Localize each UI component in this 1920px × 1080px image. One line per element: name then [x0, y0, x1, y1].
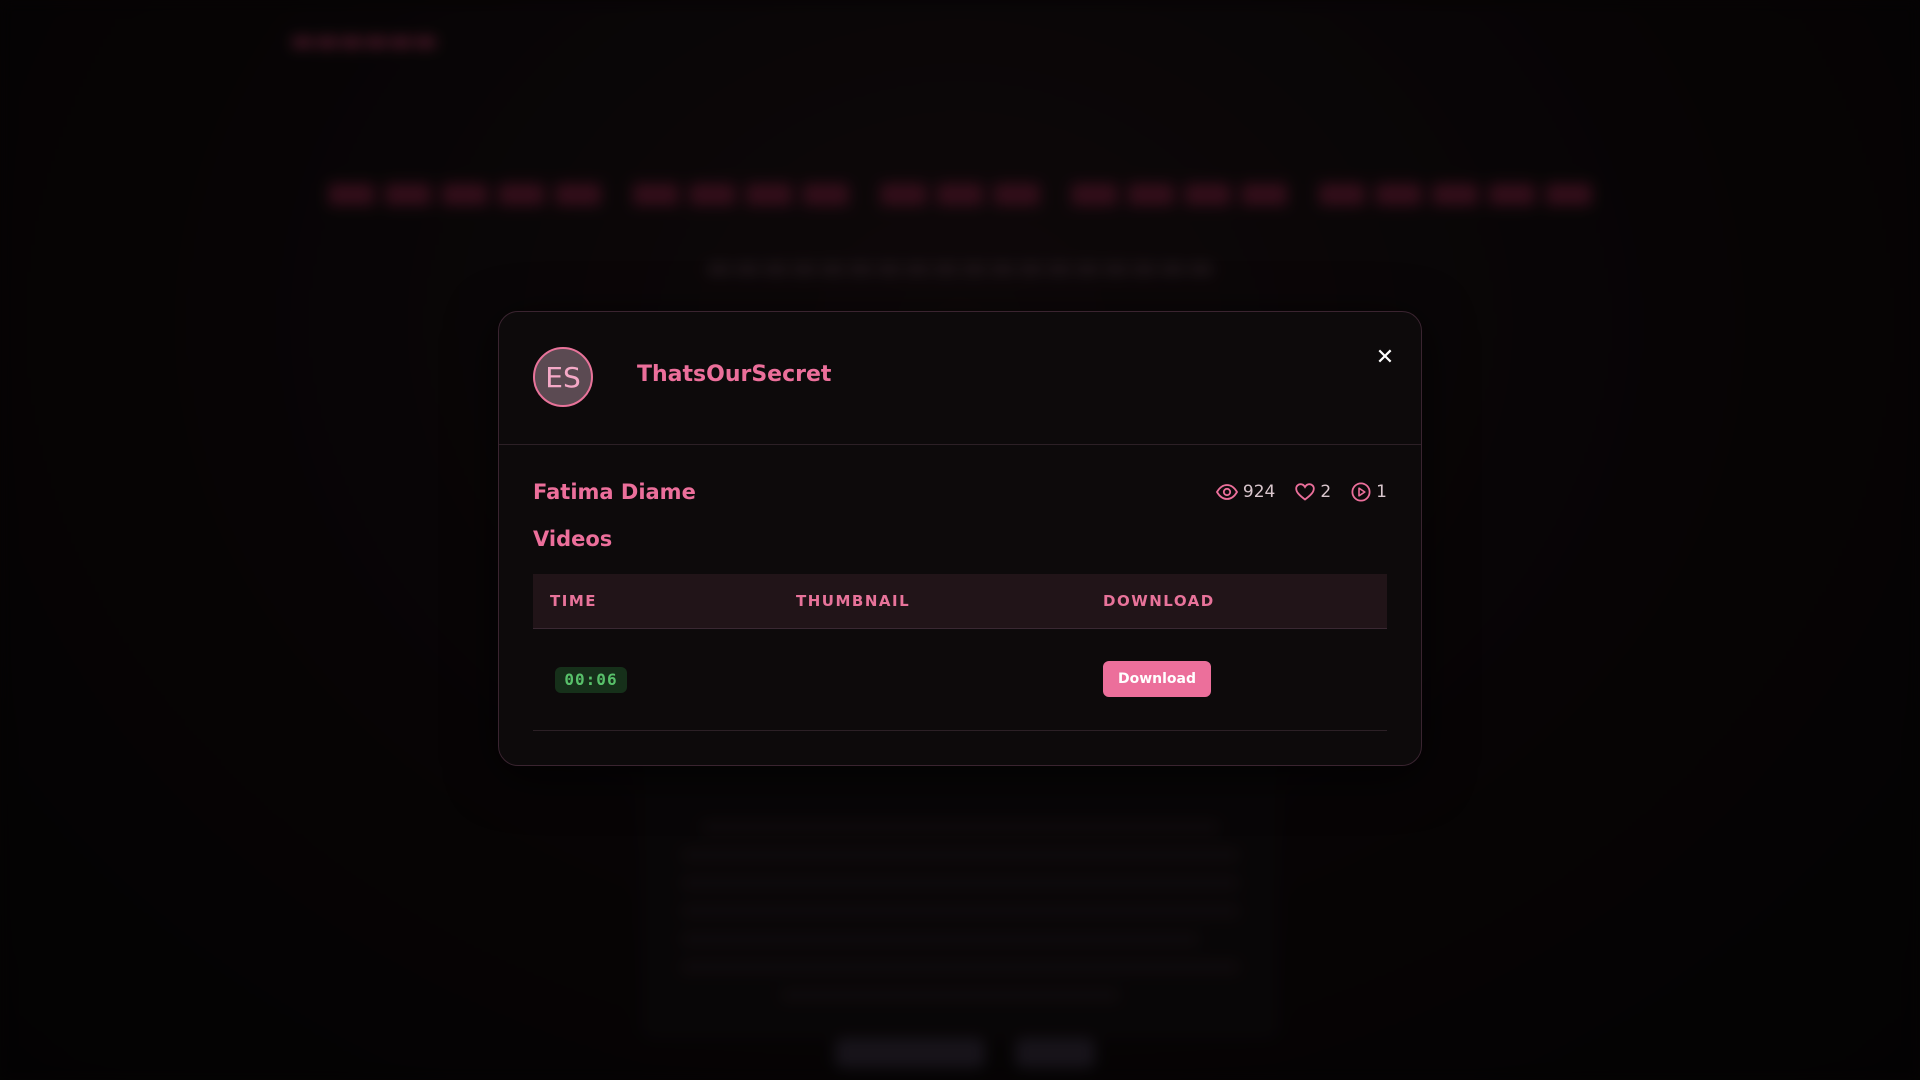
likes-stat: 2 — [1295, 482, 1331, 502]
channel-name[interactable]: ThatsOurSecret — [637, 362, 831, 387]
eye-icon — [1215, 484, 1238, 500]
column-header-thumbnail: THUMBNAIL — [796, 592, 911, 610]
post-title: Fatima Diame — [533, 480, 696, 504]
videos-stat: 1 — [1351, 482, 1387, 502]
views-stat: 924 — [1215, 482, 1276, 502]
column-header-download: DOWNLOAD — [1103, 592, 1215, 610]
table-row: 00:06 Download — [533, 629, 1387, 731]
download-button[interactable]: Download — [1103, 661, 1211, 697]
videos-count: 1 — [1376, 482, 1387, 502]
thumbnail-cell — [796, 659, 996, 699]
likes-count: 2 — [1320, 482, 1332, 502]
views-count: 924 — [1242, 482, 1276, 502]
avatar: ES — [533, 347, 593, 407]
videos-table: TIME THUMBNAIL DOWNLOAD 00:06 Download — [533, 574, 1387, 731]
column-header-time: TIME — [550, 592, 597, 610]
section-title-videos: Videos — [533, 527, 613, 551]
video-modal: ES ThatsOurSecret ✕ Fatima Diame 924 2 1… — [498, 311, 1422, 766]
time-badge: 00:06 — [555, 667, 627, 693]
close-icon: ✕ — [1375, 344, 1395, 370]
table-header: TIME THUMBNAIL DOWNLOAD — [533, 574, 1387, 629]
play-circle-icon — [1351, 482, 1371, 502]
stats-bar: 924 2 1 — [1215, 482, 1387, 502]
modal-header: ES ThatsOurSecret ✕ — [499, 312, 1421, 445]
close-button[interactable]: ✕ — [1373, 344, 1397, 370]
heart-icon — [1295, 483, 1316, 501]
